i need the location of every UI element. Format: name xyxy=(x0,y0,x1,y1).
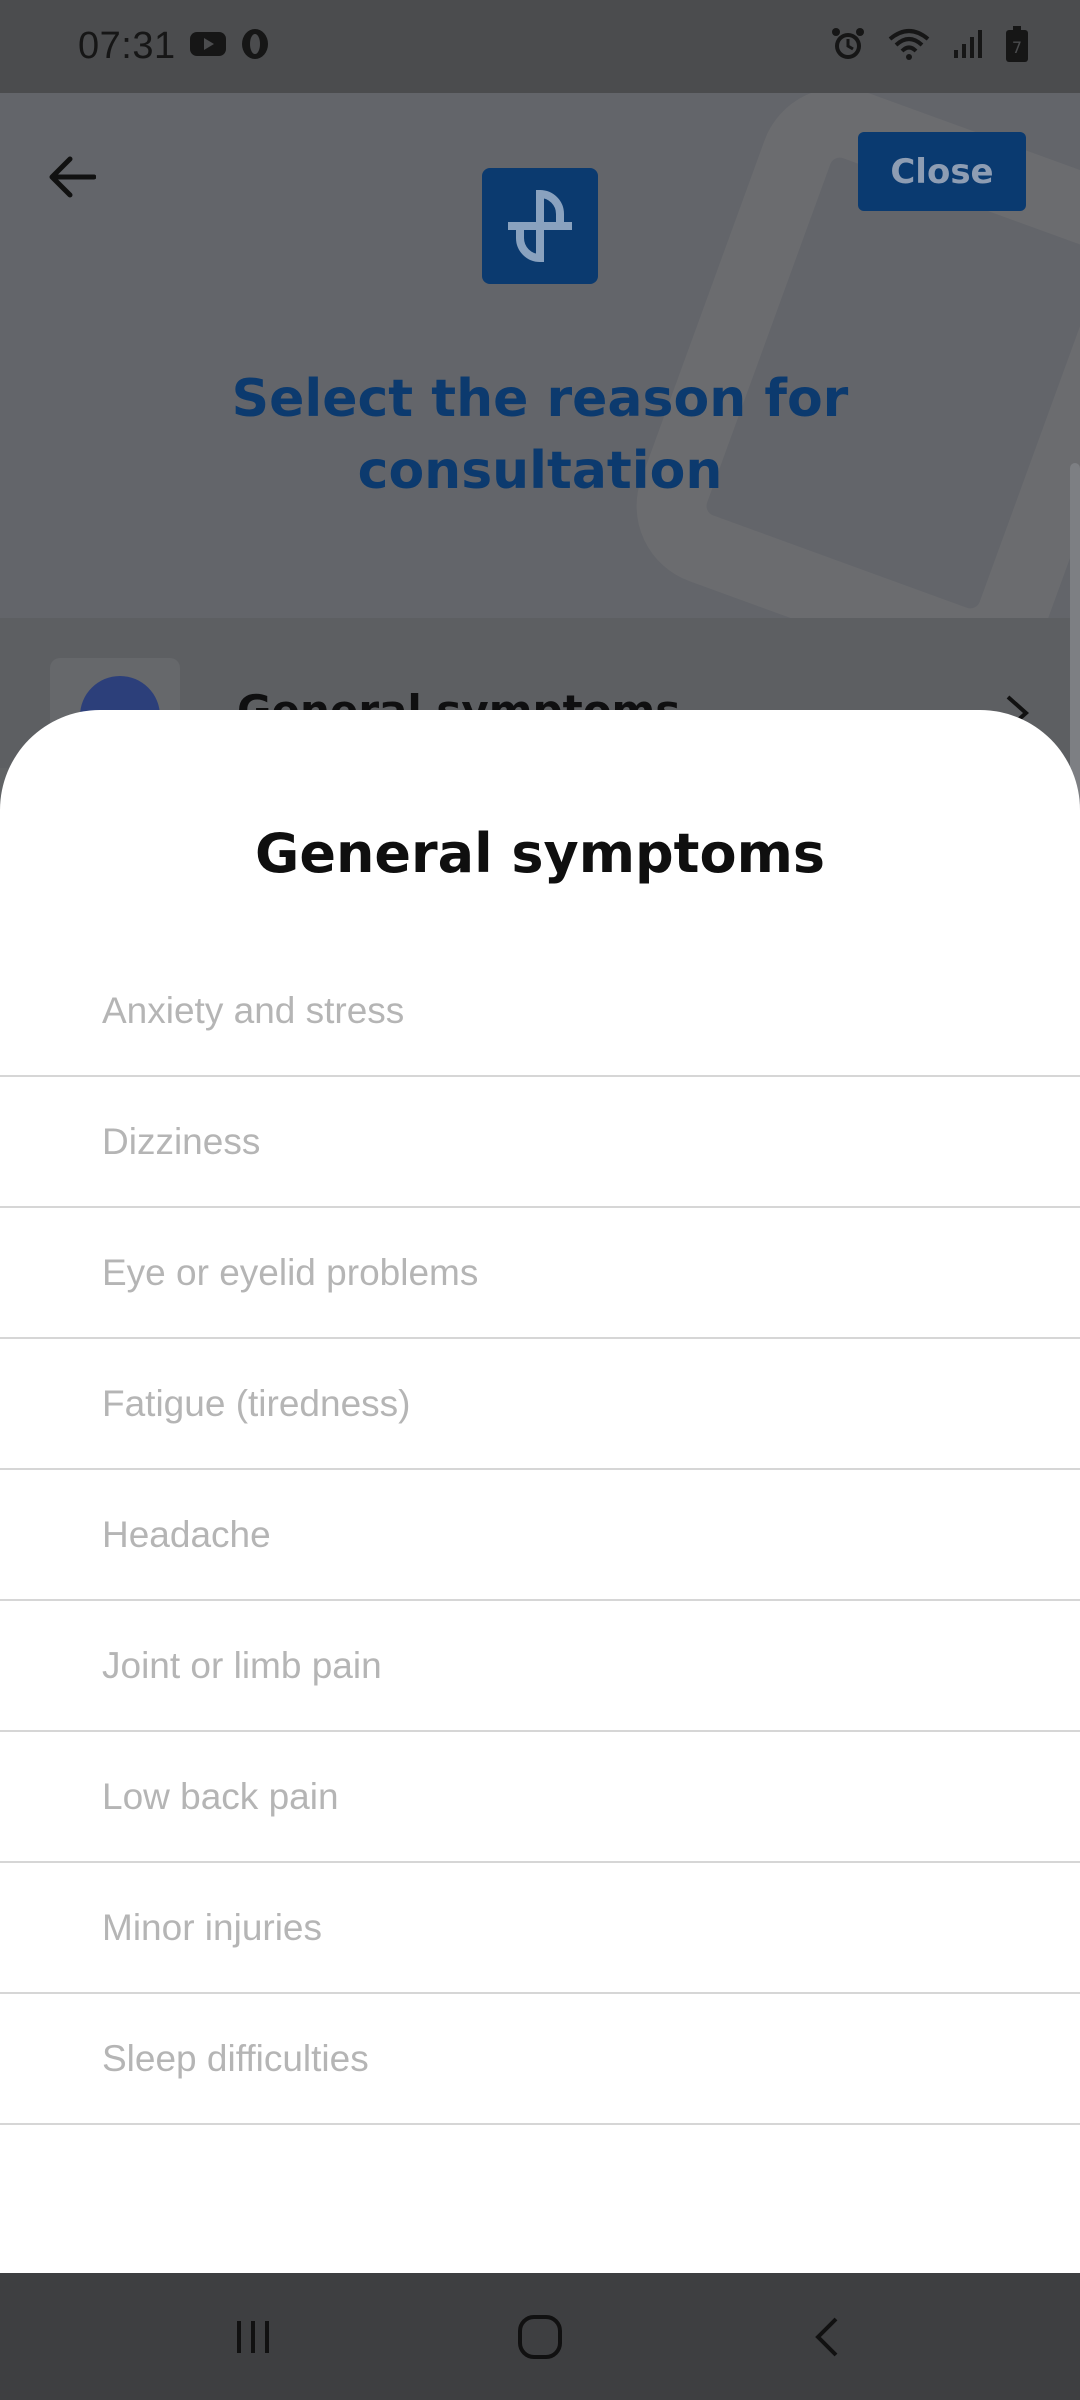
symptom-item-fatigue[interactable]: Fatigue (tiredness) xyxy=(0,1339,1080,1470)
symptom-label: Eye or eyelid problems xyxy=(102,1251,479,1293)
app-logo xyxy=(482,168,598,284)
battery-icon: 7 xyxy=(1006,26,1028,67)
home-icon xyxy=(517,2314,562,2359)
back-button[interactable] xyxy=(767,2297,887,2377)
symptom-list: Anxiety and stress Dizziness Eye or eyel… xyxy=(0,946,1080,2125)
symptom-label: Anxiety and stress xyxy=(102,989,405,1031)
recents-icon xyxy=(237,2320,270,2353)
symptom-item-minor-injuries[interactable]: Minor injuries xyxy=(0,1863,1080,1994)
symptom-label: Headache xyxy=(102,1513,271,1555)
symptom-item-eye-or-eyelid-problems[interactable]: Eye or eyelid problems xyxy=(0,1208,1080,1339)
symptom-label: Joint or limb pain xyxy=(102,1644,382,1686)
page-title: Select the reason for consultation xyxy=(231,369,849,501)
opera-icon xyxy=(240,28,270,65)
status-bar: 07:31 7 xyxy=(0,0,1080,93)
wifi-icon xyxy=(888,27,930,66)
symptom-item-sleep-difficulties[interactable]: Sleep difficulties xyxy=(0,1994,1080,2125)
symptom-label: Sleep difficulties xyxy=(102,2037,369,2079)
svg-text:7: 7 xyxy=(1012,38,1022,57)
logo-icon xyxy=(508,189,572,263)
symptom-item-joint-or-limb-pain[interactable]: Joint or limb pain xyxy=(0,1601,1080,1732)
sheet-title: General symptoms xyxy=(255,822,825,885)
page-header: Close Select the reason for consultation xyxy=(0,93,1080,618)
symptom-label: Low back pain xyxy=(102,1775,339,1817)
bottom-sheet: General symptoms Anxiety and stress Dizz… xyxy=(0,710,1080,2273)
back-icon xyxy=(814,2317,838,2356)
alarm-icon xyxy=(830,26,866,67)
navigation-bar xyxy=(0,2273,1080,2400)
close-button[interactable]: Close xyxy=(858,132,1026,211)
youtube-icon xyxy=(189,30,226,63)
symptom-label: Fatigue (tiredness) xyxy=(102,1382,411,1424)
symptom-item-dizziness[interactable]: Dizziness xyxy=(0,1077,1080,1208)
status-time: 07:31 xyxy=(78,25,176,67)
symptom-item-anxiety-and-stress[interactable]: Anxiety and stress xyxy=(0,946,1080,1077)
status-right: 7 xyxy=(830,26,1028,67)
screen: 07:31 7 Close Select the reason for cons… xyxy=(0,0,1080,2400)
symptom-item-low-back-pain[interactable]: Low back pain xyxy=(0,1732,1080,1863)
symptom-label: Dizziness xyxy=(102,1120,261,1162)
recents-button[interactable] xyxy=(193,2297,313,2377)
symptom-item-headache[interactable]: Headache xyxy=(0,1470,1080,1601)
home-button[interactable] xyxy=(480,2297,600,2377)
status-left: 07:31 xyxy=(78,25,270,68)
symptom-label: Minor injuries xyxy=(102,1906,323,1948)
back-arrow-button[interactable] xyxy=(40,145,104,209)
back-arrow-icon xyxy=(49,156,96,198)
signal-icon xyxy=(952,28,984,65)
